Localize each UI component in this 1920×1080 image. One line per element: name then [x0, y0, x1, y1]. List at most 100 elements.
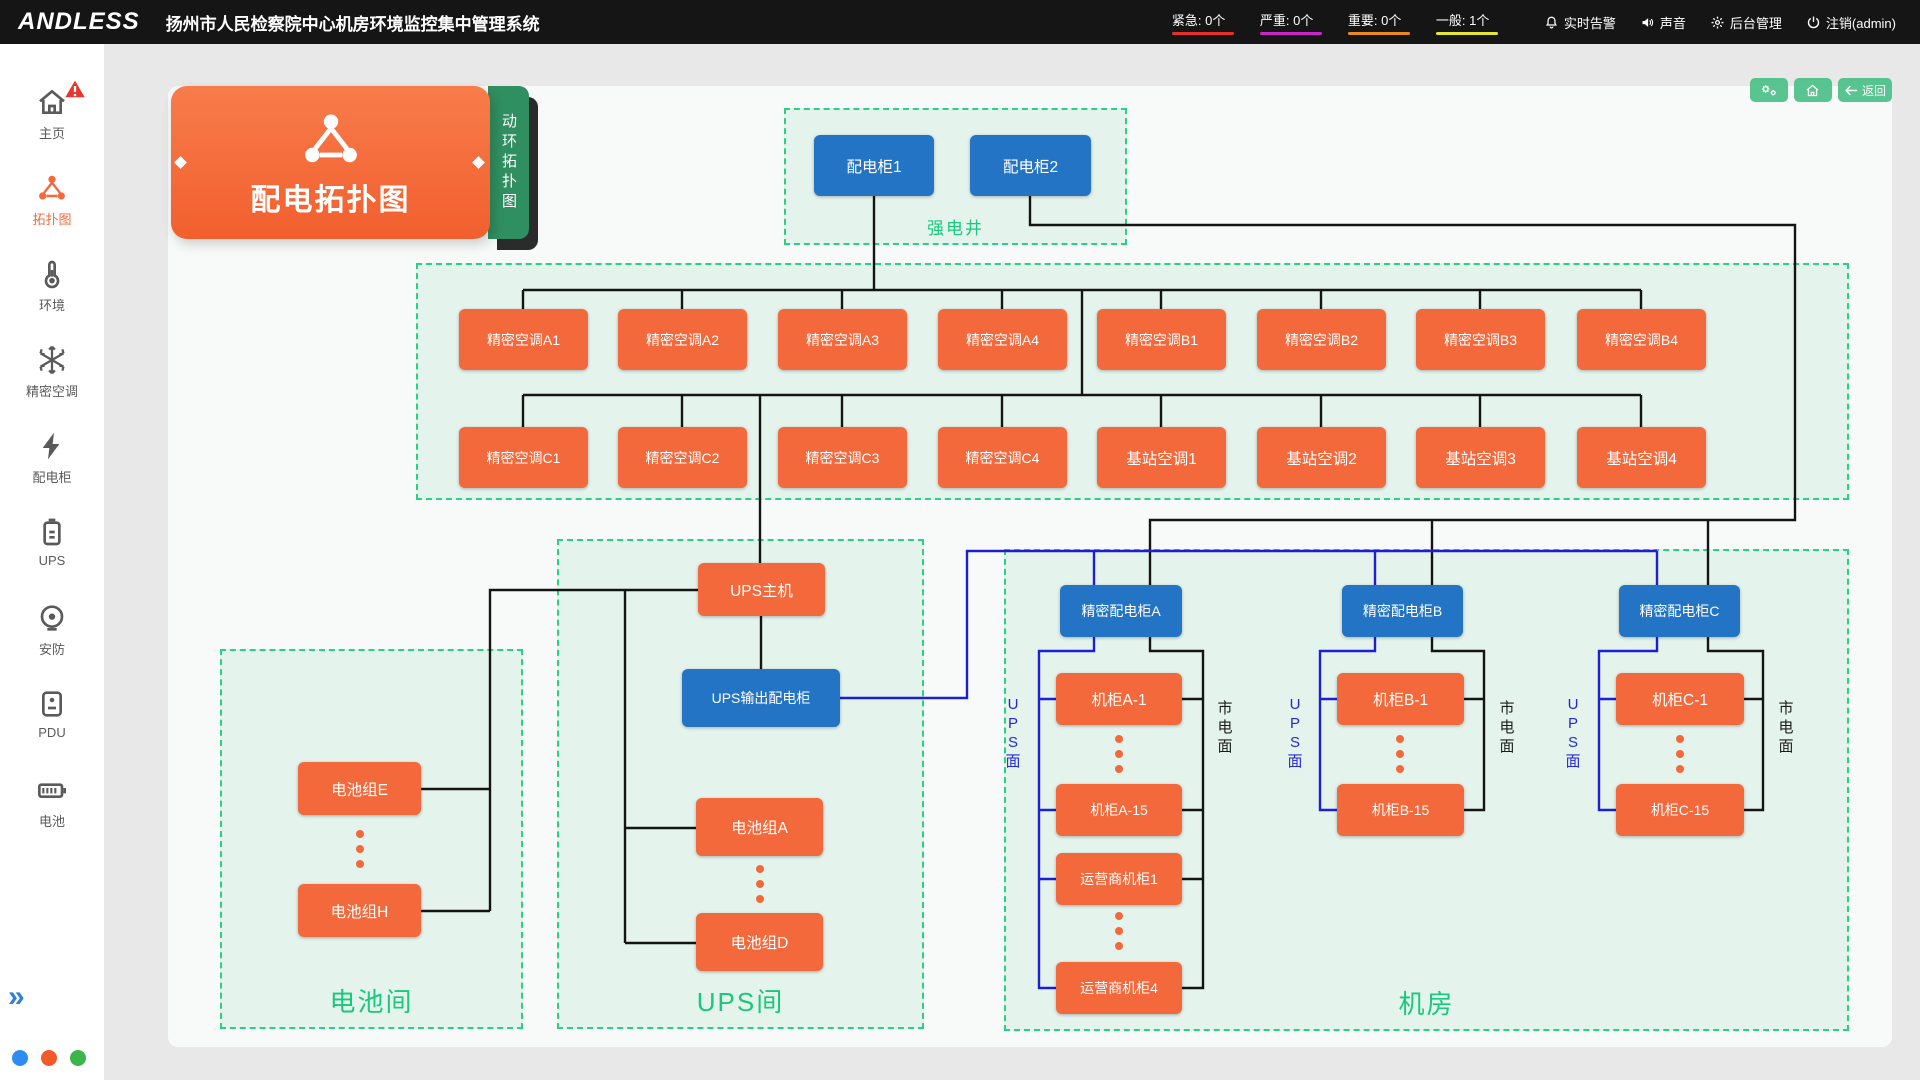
gears-icon — [1759, 83, 1779, 98]
alarm-stat-general: 一般: 1个 — [1436, 10, 1498, 35]
ups-side-label-b: U P S 面 — [1282, 696, 1308, 772]
sidebar-item-precision-ac[interactable]: 精密空调 — [0, 344, 104, 420]
sidebar: 主页拓扑图环境精密空调配电柜 UPS 安防 PDU 电池 » — [0, 44, 104, 1080]
node-rack-a1[interactable]: 机柜A-1 — [1056, 673, 1182, 725]
node-pdc-a[interactable]: 精密配电柜A — [1060, 585, 1182, 637]
pdu-icon — [36, 688, 68, 720]
node-pd-cabinet-1[interactable]: 配电柜1 — [814, 135, 934, 196]
ups-side-label-a: U P S 面 — [1000, 696, 1026, 772]
node-op-rack-4[interactable]: 运营商机柜4 — [1056, 962, 1182, 1014]
page-title-card: 配电拓扑图 — [171, 86, 490, 239]
status-dot-2 — [70, 1050, 86, 1066]
status-dots — [12, 1050, 86, 1066]
alarm-level-bar — [1436, 32, 1498, 35]
alarm-stat-emergency: 紧急: 0个 — [1172, 10, 1234, 35]
room-battery: 电池间 — [220, 649, 523, 1029]
bell-icon — [1544, 15, 1559, 30]
menu-admin[interactable]: 后台管理 — [1710, 13, 1782, 32]
thermometer-icon — [36, 258, 68, 290]
node-bat-h[interactable]: 电池组H — [298, 884, 421, 937]
node-ac-a1[interactable]: 精密空调A1 — [459, 309, 588, 370]
battery-icon — [36, 774, 68, 806]
corner-back-button[interactable]: 返回 — [1838, 78, 1892, 102]
room-label-strong-well: 强电井 — [786, 214, 1125, 239]
node-bs-ac-4[interactable]: 基站空调4 — [1577, 427, 1706, 488]
power-icon — [1806, 15, 1821, 30]
node-ac-b1[interactable]: 精密空调B1 — [1097, 309, 1226, 370]
app-logo: ANDLESS — [18, 8, 140, 36]
sidebar-expand-chevron[interactable]: » — [8, 982, 25, 1012]
topology-icon — [299, 107, 363, 171]
tab-dynamic-topology[interactable]: 动环拓扑图 — [488, 86, 529, 239]
alarm-level-bar — [1172, 32, 1234, 35]
snowflake-icon — [36, 344, 68, 376]
back-icon — [1844, 83, 1859, 98]
node-bs-ac-2[interactable]: 基站空调2 — [1257, 427, 1386, 488]
node-ac-a4[interactable]: 精密空调A4 — [938, 309, 1067, 370]
mains-side-label-a: 市 电 面 — [1212, 700, 1238, 757]
room-label-ups: UPS间 — [559, 982, 922, 1019]
node-rack-c15[interactable]: 机柜C-15 — [1616, 784, 1744, 836]
node-ac-a2[interactable]: 精密空调A2 — [618, 309, 747, 370]
alarm-stats: 紧急: 0个严重: 0个重要: 0个一般: 1个 — [1172, 10, 1498, 35]
node-rack-b1[interactable]: 机柜B-1 — [1337, 673, 1464, 725]
sidebar-item-ups[interactable]: UPS — [0, 516, 104, 592]
node-rack-c1[interactable]: 机柜C-1 — [1616, 673, 1744, 725]
node-bs-ac-1[interactable]: 基站空调1 — [1097, 427, 1226, 488]
status-dot-0 — [12, 1050, 28, 1066]
node-ups-main[interactable]: UPS主机 — [698, 563, 825, 616]
sidebar-item-topology[interactable]: 拓扑图 — [0, 172, 104, 248]
corner-home-button[interactable] — [1794, 78, 1832, 102]
topbar: ANDLESS 扬州市人民检察院中心机房环境监控集中管理系统 紧急: 0个 严重:… — [0, 0, 1920, 44]
sidebar-footer: » — [0, 984, 104, 1080]
ups-battery-icon — [36, 516, 68, 548]
home-icon — [1805, 83, 1820, 98]
node-op-rack-1[interactable]: 运营商机柜1 — [1056, 853, 1182, 905]
sidebar-item-home[interactable]: 主页 — [0, 86, 104, 162]
app-title: 扬州市人民检察院中心机房环境监控集中管理系统 — [166, 10, 540, 35]
node-rack-a15[interactable]: 机柜A-15 — [1056, 784, 1182, 836]
sidebar-item-power-cabinet[interactable]: 配电柜 — [0, 430, 104, 506]
page-title: 配电拓扑图 — [251, 175, 411, 219]
cctv-icon — [36, 602, 68, 634]
sidebar-item-pdu[interactable]: PDU — [0, 688, 104, 764]
corner-settings-button[interactable] — [1750, 78, 1788, 102]
room-label-battery: 电池间 — [222, 982, 521, 1019]
alarm-warning-badge-icon — [63, 77, 87, 101]
gear-icon — [1710, 15, 1725, 30]
alarm-level-bar — [1348, 32, 1410, 35]
status-dot-1 — [41, 1050, 57, 1066]
node-ac-c4[interactable]: 精密空调C4 — [938, 427, 1067, 488]
alarm-level-bar — [1260, 32, 1322, 35]
topbar-menu: 实时告警 声音 后台管理 注销(admin) — [1544, 13, 1896, 32]
node-ac-b4[interactable]: 精密空调B4 — [1577, 309, 1706, 370]
sidebar-item-battery[interactable]: 电池 — [0, 774, 104, 850]
node-pd-cabinet-2[interactable]: 配电柜2 — [970, 135, 1091, 196]
menu-sound[interactable]: 声音 — [1640, 13, 1686, 32]
mains-side-label-b: 市 电 面 — [1494, 700, 1520, 757]
node-bat-e[interactable]: 电池组E — [298, 762, 421, 815]
node-ac-b3[interactable]: 精密空调B3 — [1416, 309, 1545, 370]
node-ac-c3[interactable]: 精密空调C3 — [778, 427, 907, 488]
sidebar-item-security[interactable]: 安防 — [0, 602, 104, 678]
node-bs-ac-3[interactable]: 基站空调3 — [1416, 427, 1545, 488]
node-bat-d[interactable]: 电池组D — [696, 913, 823, 971]
sidebar-item-environment[interactable]: 环境 — [0, 258, 104, 334]
node-rack-b15[interactable]: 机柜B-15 — [1337, 784, 1464, 836]
node-ac-b2[interactable]: 精密空调B2 — [1257, 309, 1386, 370]
lightning-icon — [36, 430, 68, 462]
speaker-icon — [1640, 15, 1655, 30]
menu-logout[interactable]: 注销(admin) — [1806, 13, 1896, 32]
corner-actions: 返回 — [1750, 78, 1892, 102]
node-bat-a[interactable]: 电池组A — [696, 798, 823, 856]
mains-side-label-c: 市 电 面 — [1773, 700, 1799, 757]
node-ac-c2[interactable]: 精密空调C2 — [618, 427, 747, 488]
node-ac-c1[interactable]: 精密空调C1 — [459, 427, 588, 488]
node-ac-a3[interactable]: 精密空调A3 — [778, 309, 907, 370]
menu-realtime-alarm[interactable]: 实时告警 — [1544, 13, 1616, 32]
node-pdc-b[interactable]: 精密配电柜B — [1342, 585, 1463, 637]
node-ups-output[interactable]: UPS输出配电柜 — [682, 669, 840, 727]
node-pdc-c[interactable]: 精密配电柜C — [1619, 585, 1740, 637]
alarm-stat-severe: 严重: 0个 — [1260, 10, 1322, 35]
topology-icon — [36, 172, 68, 204]
